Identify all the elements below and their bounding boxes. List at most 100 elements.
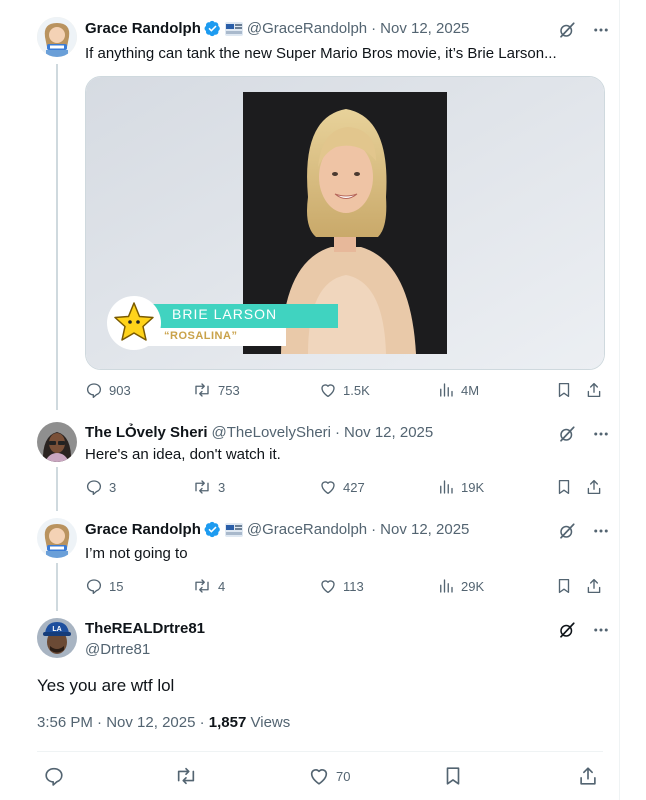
post-text: If anything can tank the new Super Mario…	[85, 45, 557, 62]
avatar[interactable]	[37, 17, 77, 57]
reply-button[interactable]: 903	[85, 381, 131, 399]
reply-button[interactable]: 15	[85, 577, 123, 595]
repost-button[interactable]: 4	[192, 577, 225, 595]
more-icon[interactable]	[592, 425, 610, 443]
like-button[interactable]: 70	[308, 765, 350, 787]
share-button[interactable]	[585, 478, 603, 496]
reply-button[interactable]: 3	[85, 478, 116, 496]
views-count: 1,857	[208, 714, 247, 731]
focus-actions: 70	[37, 765, 603, 787]
separator: ·	[371, 20, 377, 37]
share-button[interactable]	[577, 765, 599, 787]
like-button[interactable]: 427	[319, 478, 365, 496]
repost-button[interactable]: 753	[192, 381, 240, 399]
reply-icon	[86, 579, 102, 595]
more-icon[interactable]	[592, 621, 610, 639]
share-icon	[587, 578, 601, 594]
views-button[interactable]: 19K	[437, 478, 484, 496]
focus-display-name[interactable]: TheREALDrtre81	[85, 620, 205, 637]
verified-badge-icon[interactable]	[204, 20, 221, 37]
share-button[interactable]	[585, 381, 603, 399]
post-time[interactable]: 3:56 PM	[37, 714, 93, 731]
bookmark-button[interactable]	[555, 381, 573, 399]
more-icon[interactable]	[592, 21, 610, 39]
handle[interactable]: @GraceRandolph	[247, 521, 367, 538]
media-role-label: “ROSALINA”	[164, 330, 238, 342]
view-count: 19K	[461, 479, 485, 495]
affiliate-badge-icon[interactable]	[224, 21, 243, 36]
like-count: 427	[343, 479, 365, 495]
affiliate-badge-icon[interactable]	[224, 522, 243, 537]
handle[interactable]: @TheLovelySheri	[212, 424, 331, 441]
post-date[interactable]: Nov 12, 2025	[344, 424, 433, 441]
post-date[interactable]: Nov 12, 2025	[380, 521, 469, 538]
focus-handle[interactable]: @Drtre81	[85, 641, 150, 658]
share-icon	[587, 382, 601, 398]
bookmark-button[interactable]	[555, 577, 573, 595]
post-header: Grace Randolph @GraceRandolph · Nov 12, …	[85, 521, 469, 538]
post-meta: 3:56 PM · Nov 12, 2025 · 1,857 Views	[37, 714, 290, 731]
repost-icon	[195, 480, 209, 494]
post-media[interactable]: BRIE LARSON “ROSALINA”	[85, 76, 605, 370]
thread-line	[56, 563, 58, 611]
like-icon	[321, 481, 335, 495]
separator: ·	[97, 714, 103, 731]
avatar[interactable]	[37, 422, 77, 462]
view-count: 29K	[461, 578, 485, 594]
conversation-thread: Grace Randolph @GraceRandolph · Nov 12, …	[0, 0, 620, 800]
view-count: 4M	[461, 382, 480, 398]
share-icon	[587, 479, 601, 495]
avatar-photo-icon: LA	[37, 618, 77, 658]
like-count: 1.5K	[343, 382, 370, 398]
media-image	[86, 77, 604, 369]
bookmark-button[interactable]	[555, 478, 573, 496]
media-name-label: BRIE LARSON	[172, 306, 278, 322]
views-button[interactable]: 4M	[437, 381, 479, 399]
repost-icon	[195, 579, 209, 593]
views-icon	[440, 480, 453, 494]
display-name[interactable]: Grace Randolph	[85, 521, 201, 538]
share-icon	[580, 767, 596, 785]
reply-button[interactable]	[43, 765, 65, 787]
display-name[interactable]: The LỎvely Sheri	[85, 424, 208, 441]
post-corner-actions	[558, 21, 610, 39]
like-button[interactable]: 113	[319, 577, 364, 595]
repost-button[interactable]: 3	[192, 478, 225, 496]
reply-count: 15	[109, 578, 124, 594]
reply-count: 903	[109, 382, 131, 398]
separator: ·	[371, 521, 377, 538]
divider	[37, 751, 603, 752]
avatar[interactable]	[37, 518, 77, 558]
views-button[interactable]: 29K	[437, 577, 484, 595]
display-name[interactable]: Grace Randolph	[85, 20, 201, 37]
post-date[interactable]: Nov 12, 2025	[380, 20, 469, 37]
more-icon[interactable]	[592, 522, 610, 540]
grok-icon[interactable]	[558, 522, 576, 540]
post-actions: 3 3 427 19K	[85, 478, 605, 498]
repost-button[interactable]	[174, 765, 198, 787]
bookmark-icon	[558, 382, 570, 398]
svg-text:LA: LA	[52, 626, 61, 633]
like-icon	[321, 580, 335, 594]
handle[interactable]: @GraceRandolph	[247, 20, 367, 37]
share-button[interactable]	[585, 577, 603, 595]
reply-icon	[86, 480, 102, 496]
like-count: 113	[343, 578, 364, 594]
repost-count: 3	[218, 479, 226, 495]
grok-icon[interactable]	[558, 621, 576, 639]
repost-count: 753	[218, 382, 240, 398]
separator: ·	[199, 714, 205, 731]
grok-icon[interactable]	[558, 21, 576, 39]
repost-icon	[195, 383, 209, 397]
post-date[interactable]: Nov 12, 2025	[106, 714, 195, 731]
views-label: Views	[250, 714, 291, 731]
avatar[interactable]: LA	[37, 618, 77, 658]
grok-icon[interactable]	[558, 425, 576, 443]
bookmark-icon	[558, 578, 570, 594]
post-text: I’m not going to	[85, 545, 188, 562]
like-button[interactable]: 1.5K	[319, 381, 370, 399]
reply-count: 3	[109, 479, 117, 495]
post-header: Grace Randolph @GraceRandolph · Nov 12, …	[85, 20, 469, 37]
bookmark-button[interactable]	[442, 765, 464, 787]
verified-badge-icon[interactable]	[204, 521, 221, 538]
